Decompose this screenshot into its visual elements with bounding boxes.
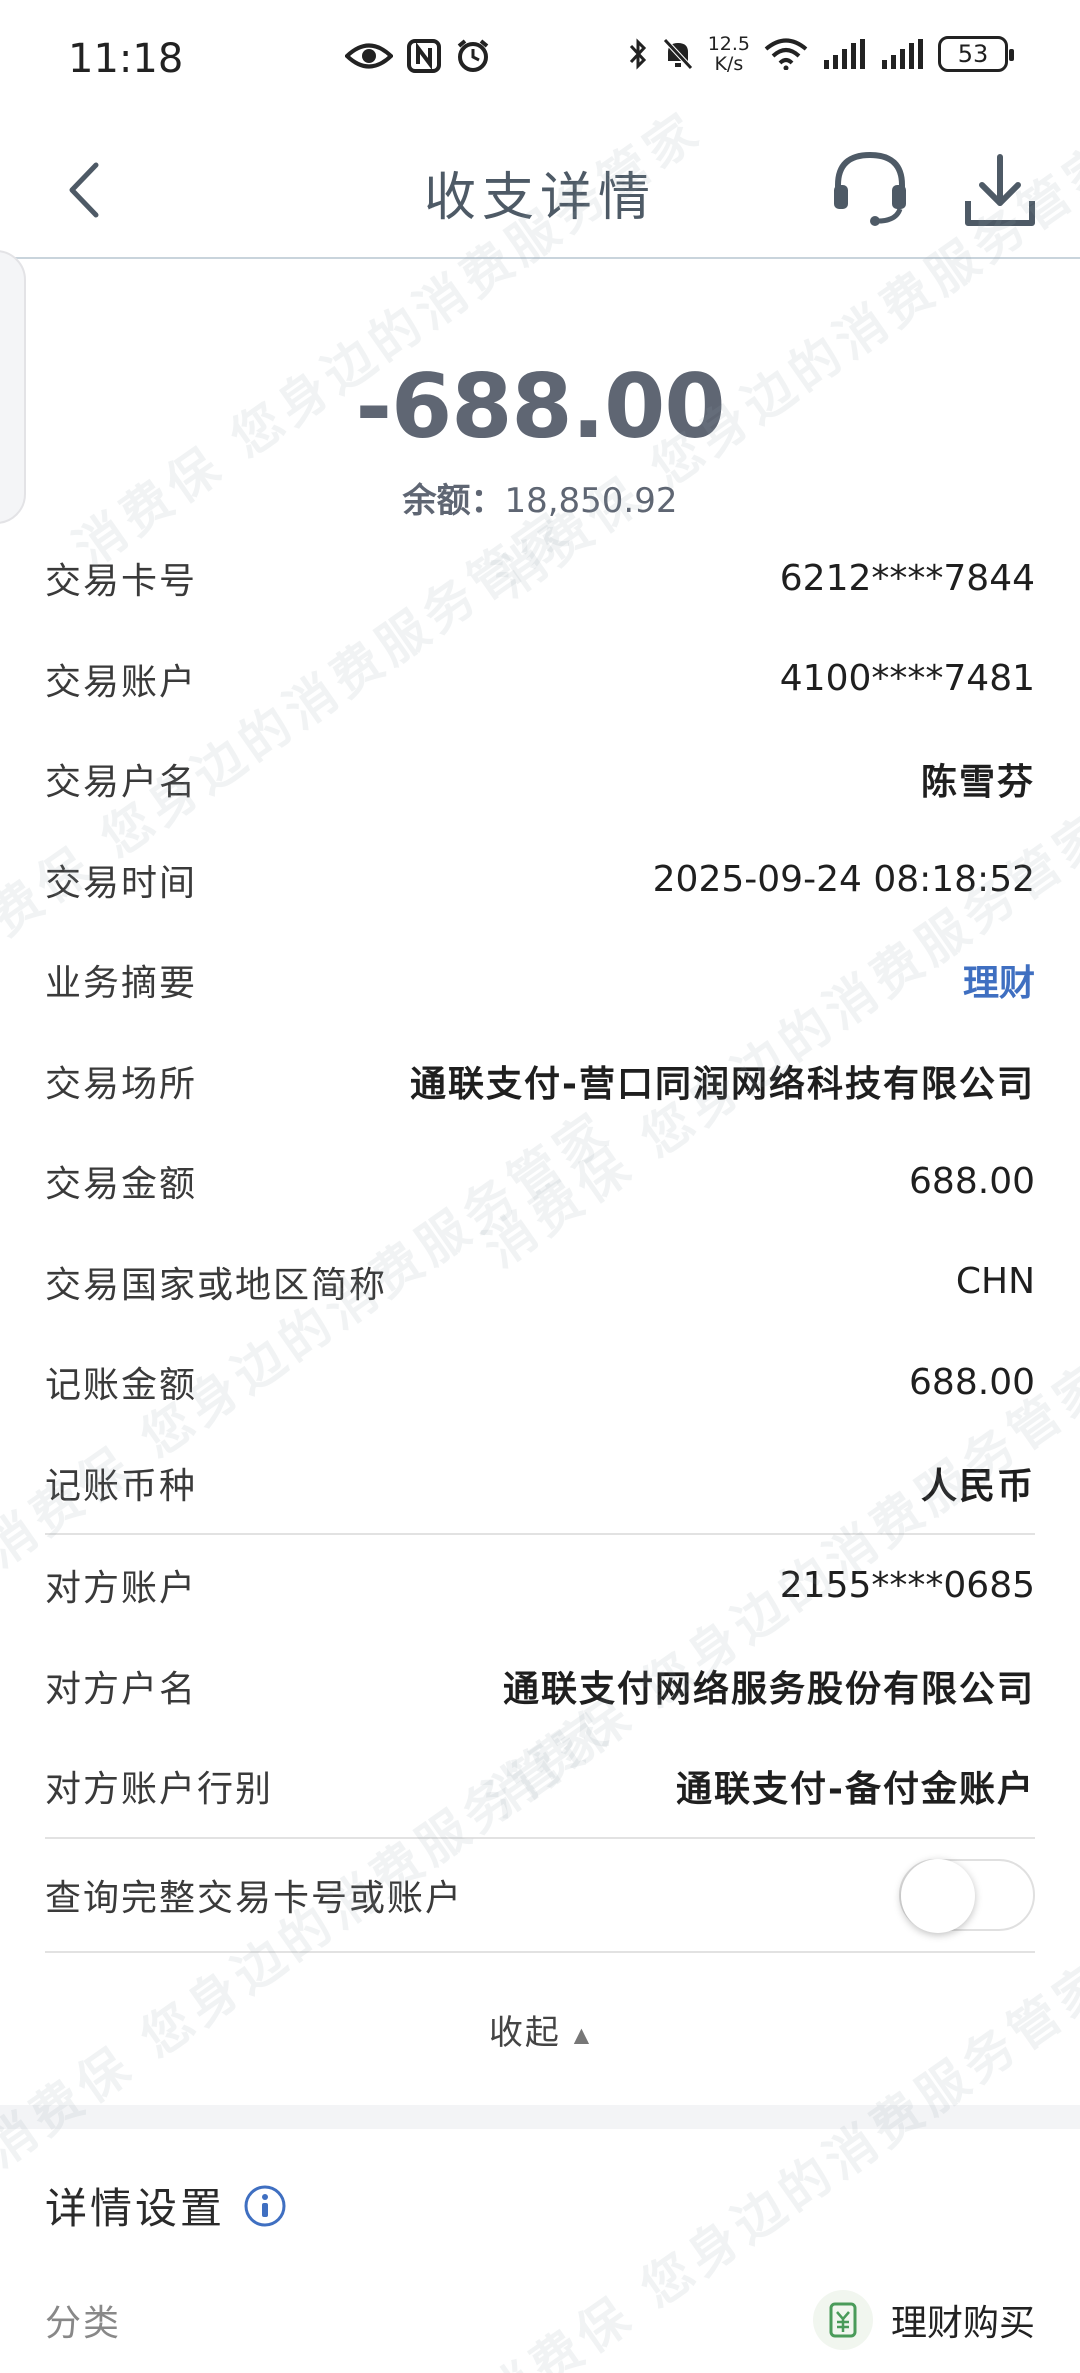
detail-row-currency: 记账币种 人民币 bbox=[45, 1465, 1035, 1507]
alarm-icon bbox=[457, 39, 489, 72]
signal-icon bbox=[882, 39, 923, 69]
detail-row-booked-amount: 记账金额 688.00 bbox=[45, 1361, 1035, 1407]
app-header: 收支详情 bbox=[0, 125, 1080, 259]
bluetooth-icon bbox=[629, 38, 646, 70]
detail-row-summary: 业务摘要 理财 bbox=[45, 930, 1035, 1031]
query-full-number-row: 查询完整交易卡号或账户 bbox=[45, 1839, 1035, 1951]
toggle-knob bbox=[901, 1858, 975, 1933]
balance-label: 余额： bbox=[402, 481, 505, 521]
headset-icon[interactable] bbox=[830, 147, 910, 227]
caret-up-icon: ▲ bbox=[573, 2022, 592, 2047]
detail-row-amount: 交易金额 688.00 bbox=[45, 1160, 1035, 1206]
detail-row-account-name: 交易户名 陈雪芬 bbox=[45, 762, 1035, 804]
detail-row-counterparty-account: 对方账户 2155****0685 bbox=[45, 1564, 1035, 1610]
detail-list: 交易卡号 6212****7844 交易账户 4100****7481 交易户名 陈雪… bbox=[45, 528, 1035, 1953]
eye-icon bbox=[345, 43, 393, 69]
status-left-icons bbox=[345, 38, 491, 74]
battery-indicator: 53 bbox=[938, 36, 1014, 72]
detail-row-counterparty-name: 对方户名 通联支付网络服务股份有限公司 bbox=[45, 1668, 1035, 1710]
wifi-icon bbox=[764, 38, 808, 70]
summary-link[interactable]: 理财 bbox=[963, 954, 1035, 1006]
category-label: 分类 bbox=[45, 2303, 122, 2344]
detail-row-account: 交易账户 4100****7481 bbox=[45, 658, 1035, 703]
query-full-number-label: 查询完整交易卡号或账户 bbox=[45, 1877, 464, 1919]
status-right-icons: 12.5 K/s 53 bbox=[628, 33, 1014, 75]
detail-row-counterparty-bank: 对方账户行别 通联支付-备付金账户 bbox=[45, 1769, 1035, 1811]
balance-value: 18,850.92 bbox=[504, 481, 678, 521]
nfc-icon bbox=[407, 39, 441, 73]
transaction-amount: -688.00 bbox=[355, 355, 725, 458]
wealth-purchase-icon bbox=[812, 2290, 873, 2350]
status-time: 11:18 bbox=[68, 36, 184, 82]
status-bar: 11:18 12.5 K/s 53 bbox=[0, 0, 1080, 125]
detail-row-region: 交易国家或地区简称 CHN bbox=[45, 1261, 1035, 1306]
info-icon[interactable] bbox=[243, 2184, 287, 2228]
detail-row-merchant: 交易场所 通联支付-营口同润网络科技有限公司 bbox=[45, 1063, 1035, 1105]
page-title: 收支详情 bbox=[423, 168, 656, 228]
balance-line: 余额：18,850.92 bbox=[0, 473, 1080, 522]
section-separator bbox=[0, 2105, 1080, 2129]
download-icon[interactable] bbox=[960, 151, 1040, 231]
collapse-button[interactable]: 收起 ▲ bbox=[0, 2005, 1080, 2054]
mute-icon bbox=[662, 38, 693, 70]
detail-settings-heading: 详情设置 bbox=[45, 2175, 287, 2236]
signal-icon bbox=[824, 39, 865, 69]
category-value: 理财购买 bbox=[890, 2303, 1035, 2344]
net-speed: 12.5 K/s bbox=[707, 33, 750, 75]
detail-row-time: 交易时间 2025-09-24 08:18:52 bbox=[45, 859, 1035, 904]
query-full-number-toggle[interactable] bbox=[899, 1858, 1035, 1933]
divider bbox=[45, 1950, 1035, 1953]
detail-row-card-number: 交易卡号 6212****7844 bbox=[45, 557, 1035, 603]
category-row[interactable]: 分类 理财购买 bbox=[45, 2290, 1035, 2350]
